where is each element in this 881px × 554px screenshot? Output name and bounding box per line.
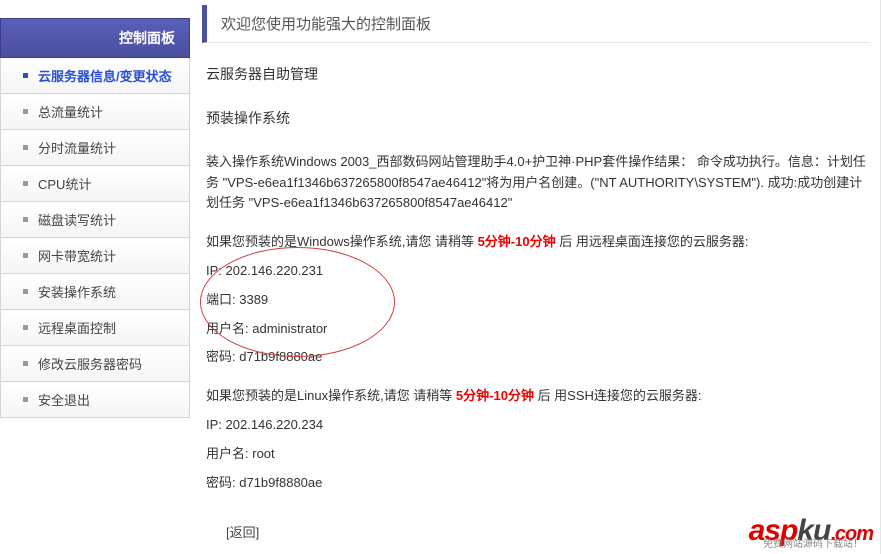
bullet-icon: [23, 289, 28, 294]
sidebar-item-label: 分时流量统计: [38, 138, 116, 157]
sidebar-item-logout[interactable]: 安全退出: [1, 382, 189, 418]
windows-ip: IP: 202.146.220.231: [206, 261, 866, 282]
bullet-icon: [23, 145, 28, 150]
windows-password: 密码: d71b9f8880ae: [206, 347, 866, 368]
sidebar-item-label: 修改云服务器密码: [38, 354, 142, 373]
section-title: 预装操作系统: [206, 107, 866, 129]
sidebar-item-remote-desktop[interactable]: 远程桌面控制: [1, 310, 189, 346]
sidebar-title: 控制面板: [0, 18, 190, 58]
sidebar-item-total-traffic[interactable]: 总流量统计: [1, 94, 189, 130]
operation-result: 装入操作系统Windows 2003_西部数码网站管理助手4.0+护卫神·PHP…: [206, 152, 866, 214]
bullet-icon: [23, 109, 28, 114]
main-content: 欢迎您使用功能强大的控制面板 云服务器自助管理 预装操作系统 装入操作系统Win…: [190, 0, 881, 554]
windows-intro: 如果您预装的是Windows操作系统,请您 请稍等 5分钟-10分钟 后 用远程…: [206, 232, 866, 253]
linux-username: 用户名: root: [206, 444, 866, 465]
bullet-icon: [23, 217, 28, 222]
sidebar-item-label: 云服务器信息/变更状态: [38, 66, 172, 85]
sidebar-item-install-os[interactable]: 安装操作系统: [1, 274, 189, 310]
sidebar-item-label: 磁盘读写统计: [38, 210, 116, 229]
sidebar-item-hourly-traffic[interactable]: 分时流量统计: [1, 130, 189, 166]
linux-intro: 如果您预装的是Linux操作系统,请您 请稍等 5分钟-10分钟 后 用SSH连…: [206, 386, 866, 407]
linux-connection-block: 如果您预装的是Linux操作系统,请您 请稍等 5分钟-10分钟 后 用SSH连…: [206, 386, 866, 493]
watermark: aspku.com 免费网站源码下载站！: [749, 514, 873, 548]
sidebar-item-server-info[interactable]: 云服务器信息/变更状态: [1, 58, 189, 94]
sidebar-item-label: 总流量统计: [38, 102, 103, 121]
windows-username: 用户名: administrator: [206, 319, 866, 340]
content-title: 云服务器自助管理: [206, 63, 866, 85]
sidebar-item-cpu-stats[interactable]: CPU统计: [1, 166, 189, 202]
page-header: 欢迎您使用功能强大的控制面板: [202, 5, 870, 43]
windows-port: 端口: 3389: [206, 290, 866, 311]
linux-password: 密码: d71b9f8880ae: [206, 473, 866, 494]
sidebar-item-nic-bandwidth[interactable]: 网卡带宽统计: [1, 238, 189, 274]
bullet-icon: [23, 397, 28, 402]
bullet-icon: [23, 181, 28, 186]
bullet-icon: [23, 361, 28, 366]
sidebar: 控制面板 云服务器信息/变更状态 总流量统计 分时流量统计 CPU统计 磁盘读写…: [0, 0, 190, 554]
bullet-icon: [23, 73, 28, 78]
bullet-icon: [23, 325, 28, 330]
sidebar-item-disk-io[interactable]: 磁盘读写统计: [1, 202, 189, 238]
wait-time-highlight: 5分钟-10分钟: [456, 388, 534, 403]
bullet-icon: [23, 253, 28, 258]
sidebar-item-label: 远程桌面控制: [38, 318, 116, 337]
sidebar-item-label: CPU统计: [38, 174, 91, 193]
windows-connection-block: 如果您预装的是Windows操作系统,请您 请稍等 5分钟-10分钟 后 用远程…: [206, 232, 866, 368]
sidebar-items: 云服务器信息/变更状态 总流量统计 分时流量统计 CPU统计 磁盘读写统计 网卡…: [0, 58, 190, 418]
linux-ip: IP: 202.146.220.234: [206, 415, 866, 436]
sidebar-item-change-password[interactable]: 修改云服务器密码: [1, 346, 189, 382]
sidebar-item-label: 安装操作系统: [38, 282, 116, 301]
watermark-subtitle: 免费网站源码下载站！: [763, 535, 863, 550]
sidebar-item-label: 安全退出: [38, 390, 90, 409]
sidebar-item-label: 网卡带宽统计: [38, 246, 116, 265]
wait-time-highlight: 5分钟-10分钟: [478, 234, 556, 249]
